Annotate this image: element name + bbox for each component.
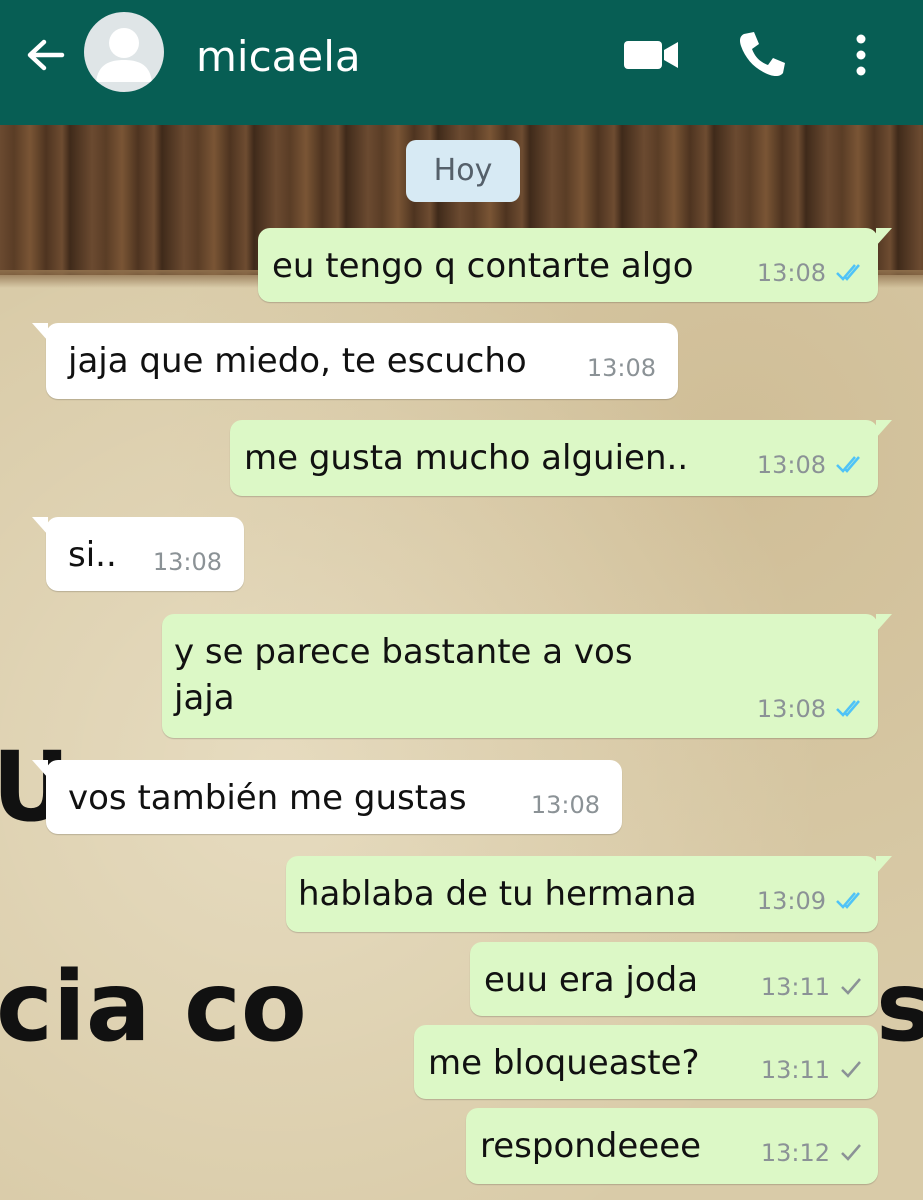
- default-avatar-icon: [96, 28, 152, 82]
- message-outgoing[interactable]: me bloqueaste? 13:11: [414, 1025, 878, 1099]
- message-meta: 13:08: [757, 450, 864, 480]
- message-incoming[interactable]: vos también me gustas 13:08: [32, 760, 622, 834]
- check-icon: [841, 978, 861, 995]
- message-text: vos también me gustas: [68, 778, 467, 818]
- message-time: 13:09: [756, 887, 826, 915]
- message-text: hablaba de tu hermana: [298, 874, 697, 914]
- wallpaper-text: s: [876, 951, 923, 1063]
- message-meta: 13:11: [761, 1055, 864, 1085]
- chat-header: micaela: [0, 0, 923, 125]
- message-time: 13:08: [530, 791, 600, 819]
- avatar[interactable]: [84, 12, 164, 92]
- double-check-icon: [836, 892, 860, 909]
- message-incoming[interactable]: si.. 13:08: [32, 517, 244, 591]
- wallpaper-text: cia co: [0, 951, 307, 1063]
- video-call-icon[interactable]: [622, 36, 680, 74]
- message-meta: 13:08: [757, 694, 864, 724]
- message-time: 13:11: [760, 973, 830, 1001]
- more-options-icon[interactable]: [850, 30, 872, 80]
- message-text-line-2: jaja: [174, 678, 235, 718]
- message-text: y se parece bastante a vos: [174, 632, 633, 672]
- message-outgoing[interactable]: hablaba de tu hermana 13:09: [286, 856, 892, 932]
- message-time: 13:08: [756, 695, 826, 723]
- message-text: euu era joda: [484, 960, 699, 1000]
- double-check-icon: [836, 700, 860, 717]
- back-arrow-icon[interactable]: [24, 34, 66, 76]
- message-text: eu tengo q contarte algo: [272, 246, 694, 286]
- message-outgoing[interactable]: respondeeee 13:12: [466, 1108, 878, 1184]
- message-time: 13:12: [760, 1139, 830, 1167]
- message-outgoing[interactable]: y se parece bastante a vos jaja 13:08: [162, 614, 892, 738]
- double-check-icon: [836, 264, 860, 281]
- message-meta: 13:11: [761, 972, 864, 1002]
- message-outgoing[interactable]: eu tengo q contarte algo 13:08: [258, 228, 892, 302]
- message-time: 13:08: [756, 451, 826, 479]
- message-time: 13:08: [152, 548, 222, 576]
- message-text: me gusta mucho alguien..: [244, 438, 689, 478]
- message-time: 13:08: [586, 354, 656, 382]
- check-icon: [841, 1144, 861, 1161]
- message-outgoing[interactable]: euu era joda 13:11: [470, 942, 878, 1016]
- message-incoming[interactable]: jaja que miedo, te escucho 13:08: [32, 323, 678, 399]
- contact-name[interactable]: micaela: [196, 30, 361, 84]
- message-meta: 13:08: [757, 258, 864, 288]
- check-icon: [841, 1061, 861, 1078]
- message-meta: 13:12: [761, 1138, 864, 1168]
- date-chip: Hoy: [406, 140, 520, 202]
- message-text: si..: [68, 535, 117, 575]
- phone-icon[interactable]: [736, 28, 788, 80]
- double-check-icon: [836, 456, 860, 473]
- message-text: jaja que miedo, te escucho: [68, 341, 527, 381]
- message-time: 13:08: [756, 259, 826, 287]
- message-time: 13:11: [760, 1056, 830, 1084]
- message-outgoing[interactable]: me gusta mucho alguien.. 13:08: [230, 420, 892, 496]
- message-meta: 13:09: [757, 886, 864, 916]
- message-text: me bloqueaste?: [428, 1043, 700, 1083]
- message-text: respondeeee: [480, 1126, 702, 1166]
